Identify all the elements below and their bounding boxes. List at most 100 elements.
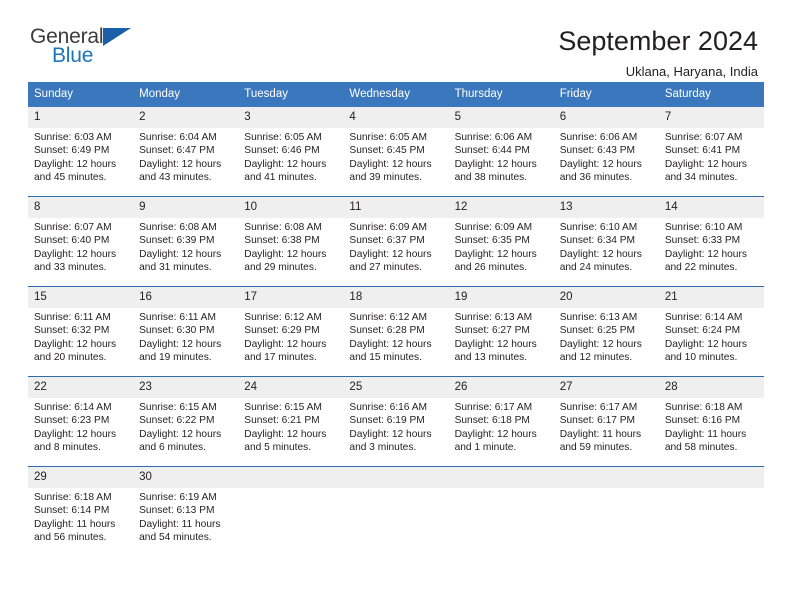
- sunset-text: Sunset: 6:24 PM: [664, 325, 741, 337]
- weekday-header-friday: Friday: [559, 88, 592, 100]
- daylight-text-line2: and 3 minutes.: [349, 442, 417, 454]
- day-cell[interactable]: 3 Sunrise: 6:05 AM Sunset: 6:46 PM Dayli…: [238, 107, 344, 189]
- day-cell[interactable]: 28 Sunrise: 6:18 AM Sunset: 6:16 PM Dayl…: [658, 377, 764, 459]
- daylight-text-line1: Daylight: 12 hours: [559, 158, 642, 170]
- sunrise-text: Sunrise: 6:14 AM: [664, 312, 743, 323]
- general-blue-logo[interactable]: General Blue: [30, 26, 142, 72]
- day-details: Sunrise: 6:15 AM Sunset: 6:21 PM Dayligh…: [238, 398, 343, 455]
- day-cell[interactable]: 30 Sunrise: 6:19 AM Sunset: 6:13 PM Dayl…: [133, 467, 239, 549]
- day-cell[interactable]: 9 Sunrise: 6:08 AM Sunset: 6:39 PM Dayli…: [133, 197, 239, 279]
- sunset-text: Sunset: 6:22 PM: [139, 415, 215, 427]
- day-cell[interactable]: 20 Sunrise: 6:13 AM Sunset: 6:25 PM Dayl…: [553, 287, 659, 369]
- sunset-text: Sunset: 6:39 PM: [139, 235, 215, 247]
- title-block: September 2024 Uklana, Haryana, India: [558, 26, 758, 81]
- day-cell[interactable]: 16 Sunrise: 6:11 AM Sunset: 6:30 PM Dayl…: [133, 287, 239, 369]
- daylight-text-line2: and 5 minutes.: [244, 442, 312, 454]
- daylight-text-line1: Daylight: 12 hours: [34, 428, 117, 440]
- day-cell[interactable]: 14 Sunrise: 6:10 AM Sunset: 6:33 PM Dayl…: [658, 197, 764, 279]
- day-cell[interactable]: 15 Sunrise: 6:11 AM Sunset: 6:32 PM Dayl…: [28, 287, 134, 369]
- sunrise-text: Sunrise: 6:07 AM: [664, 132, 743, 143]
- sunrise-text: Sunrise: 6:15 AM: [244, 402, 322, 413]
- daylight-text-line2: and 12 minutes.: [559, 352, 633, 364]
- day-cell[interactable]: 21 Sunrise: 6:14 AM Sunset: 6:24 PM Dayl…: [658, 287, 764, 369]
- day-details: Sunrise: 6:18 AM Sunset: 6:14 PM Dayligh…: [28, 488, 133, 545]
- day-details: Sunrise: 6:07 AM Sunset: 6:41 PM Dayligh…: [659, 128, 764, 185]
- page-header: General Blue September 2024 Uklana, Hary…: [0, 0, 792, 80]
- sunset-text: Sunset: 6:25 PM: [559, 325, 636, 337]
- sunset-text: Sunset: 6:29 PM: [244, 325, 320, 337]
- day-cell[interactable]: 23 Sunrise: 6:15 AM Sunset: 6:22 PM Dayl…: [133, 377, 239, 459]
- daylight-text-line2: and 54 minutes.: [139, 532, 212, 544]
- day-details: Sunrise: 6:14 AM Sunset: 6:24 PM Dayligh…: [659, 308, 764, 365]
- sunrise-text: Sunrise: 6:15 AM: [139, 402, 217, 413]
- day-number: 12: [448, 197, 554, 218]
- day-cell[interactable]: 1 Sunrise: 6:03 AM Sunset: 6:49 PM Dayli…: [28, 107, 134, 189]
- day-details: Sunrise: 6:07 AM Sunset: 6:40 PM Dayligh…: [28, 218, 133, 275]
- day-number: 28: [658, 377, 764, 398]
- day-cell[interactable]: 11 Sunrise: 6:09 AM Sunset: 6:37 PM Dayl…: [343, 197, 449, 279]
- daylight-text-line1: Daylight: 12 hours: [559, 338, 642, 350]
- sunrise-text: Sunrise: 6:13 AM: [559, 312, 638, 323]
- day-number: 2: [133, 107, 239, 128]
- day-cell[interactable]: 12 Sunrise: 6:09 AM Sunset: 6:35 PM Dayl…: [448, 197, 554, 279]
- daylight-text-line1: Daylight: 11 hours: [139, 518, 221, 530]
- sunrise-text: Sunrise: 6:17 AM: [559, 402, 638, 413]
- week-row: 22 Sunrise: 6:14 AM Sunset: 6:23 PM Dayl…: [28, 376, 764, 459]
- day-number: 7: [658, 107, 764, 128]
- sunrise-text: Sunrise: 6:19 AM: [139, 492, 217, 503]
- sunrise-text: Sunrise: 6:12 AM: [244, 312, 322, 323]
- day-details: Sunrise: 6:18 AM Sunset: 6:16 PM Dayligh…: [659, 398, 764, 455]
- week-row: 1 Sunrise: 6:03 AM Sunset: 6:49 PM Dayli…: [28, 107, 764, 189]
- day-number: 8: [28, 197, 134, 218]
- sunset-text: Sunset: 6:18 PM: [454, 415, 530, 427]
- sunset-text: Sunset: 6:41 PM: [664, 145, 741, 157]
- daylight-text-line2: and 17 minutes.: [244, 352, 317, 364]
- sunset-text: Sunset: 6:33 PM: [664, 235, 741, 247]
- sunset-text: Sunset: 6:17 PM: [559, 415, 636, 427]
- day-cell[interactable]: 4 Sunrise: 6:05 AM Sunset: 6:45 PM Dayli…: [343, 107, 449, 189]
- day-cell[interactable]: 10 Sunrise: 6:08 AM Sunset: 6:38 PM Dayl…: [238, 197, 344, 279]
- day-details: Sunrise: 6:11 AM Sunset: 6:30 PM Dayligh…: [133, 308, 238, 365]
- day-cell[interactable]: 13 Sunrise: 6:10 AM Sunset: 6:34 PM Dayl…: [553, 197, 659, 279]
- page-title: September 2024: [558, 26, 758, 56]
- daylight-text-line2: and 15 minutes.: [349, 352, 422, 364]
- daylight-text-line1: Daylight: 12 hours: [349, 158, 432, 170]
- day-cell[interactable]: 27 Sunrise: 6:17 AM Sunset: 6:17 PM Dayl…: [553, 377, 659, 459]
- day-cell[interactable]: 26 Sunrise: 6:17 AM Sunset: 6:18 PM Dayl…: [448, 377, 554, 459]
- day-cell[interactable]: 18 Sunrise: 6:12 AM Sunset: 6:28 PM Dayl…: [343, 287, 449, 369]
- daylight-text-line2: and 56 minutes.: [34, 532, 107, 544]
- daylight-text-line1: Daylight: 11 hours: [34, 518, 116, 530]
- day-number: 20: [553, 287, 659, 308]
- day-number: 15: [28, 287, 134, 308]
- day-details: Sunrise: 6:09 AM Sunset: 6:35 PM Dayligh…: [449, 218, 554, 275]
- sunset-text: Sunset: 6:46 PM: [244, 145, 320, 157]
- day-cell[interactable]: 5 Sunrise: 6:06 AM Sunset: 6:44 PM Dayli…: [448, 107, 554, 189]
- day-cell[interactable]: 2 Sunrise: 6:04 AM Sunset: 6:47 PM Dayli…: [133, 107, 239, 189]
- day-cell[interactable]: 7 Sunrise: 6:07 AM Sunset: 6:41 PM Dayli…: [658, 107, 764, 189]
- sunrise-text: Sunrise: 6:10 AM: [664, 222, 743, 233]
- day-cell[interactable]: 29 Sunrise: 6:18 AM Sunset: 6:14 PM Dayl…: [28, 467, 134, 549]
- daylight-text-line1: Daylight: 12 hours: [454, 158, 537, 170]
- daylight-text-line2: and 36 minutes.: [559, 172, 633, 184]
- day-cell[interactable]: 25 Sunrise: 6:16 AM Sunset: 6:19 PM Dayl…: [343, 377, 449, 459]
- day-cell[interactable]: 17 Sunrise: 6:12 AM Sunset: 6:29 PM Dayl…: [238, 287, 344, 369]
- sunset-text: Sunset: 6:35 PM: [454, 235, 530, 247]
- sunrise-text: Sunrise: 6:17 AM: [454, 402, 533, 413]
- daylight-text-line1: Daylight: 12 hours: [349, 338, 432, 350]
- sunrise-text: Sunrise: 6:12 AM: [349, 312, 428, 323]
- day-number: 27: [553, 377, 659, 398]
- daylight-text-line2: and 29 minutes.: [244, 262, 317, 274]
- day-number: 29: [28, 467, 134, 488]
- day-cell[interactable]: 19 Sunrise: 6:13 AM Sunset: 6:27 PM Dayl…: [448, 287, 554, 369]
- day-number: 10: [238, 197, 344, 218]
- day-details: Sunrise: 6:03 AM Sunset: 6:49 PM Dayligh…: [28, 128, 133, 185]
- day-cell[interactable]: 22 Sunrise: 6:14 AM Sunset: 6:23 PM Dayl…: [28, 377, 134, 459]
- day-number: 11: [343, 197, 449, 218]
- sunset-text: Sunset: 6:23 PM: [34, 415, 110, 427]
- day-cell[interactable]: 8 Sunrise: 6:07 AM Sunset: 6:40 PM Dayli…: [28, 197, 134, 279]
- day-cell[interactable]: 24 Sunrise: 6:15 AM Sunset: 6:21 PM Dayl…: [238, 377, 344, 459]
- day-cell[interactable]: 6 Sunrise: 6:06 AM Sunset: 6:43 PM Dayli…: [553, 107, 659, 189]
- daylight-text-line2: and 13 minutes.: [454, 352, 528, 364]
- daylight-text-line1: Daylight: 11 hours: [664, 428, 747, 440]
- day-details: Sunrise: 6:12 AM Sunset: 6:29 PM Dayligh…: [238, 308, 343, 365]
